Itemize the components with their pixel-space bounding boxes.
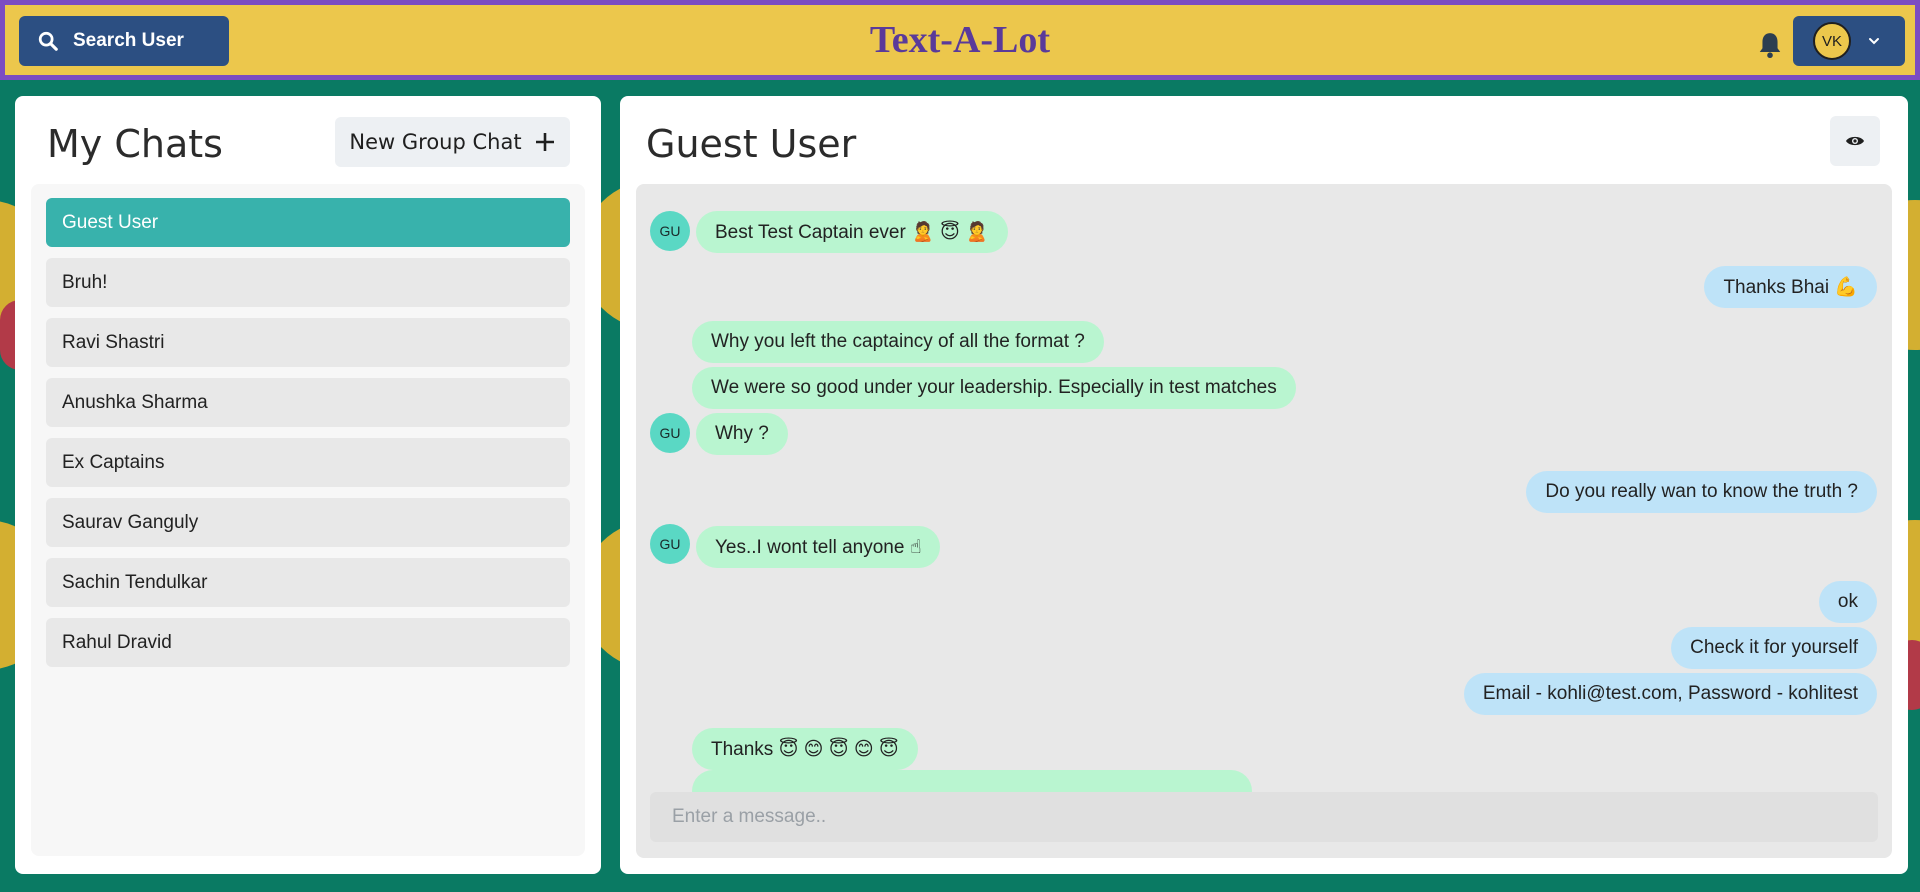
outgoing-message: Do you really wan to know the truth ?: [1526, 471, 1877, 513]
search-user-button[interactable]: Search User: [19, 16, 229, 66]
message-row: GU Yes..I wont tell anyone ☝: [636, 524, 1892, 570]
sender-avatar: GU: [650, 211, 690, 251]
messages-area: GU Best Test Captain ever 🙎 😇 🙎 Thanks B…: [636, 184, 1892, 858]
eye-icon: [1846, 136, 1864, 146]
incoming-message: We were so good under your leadership. E…: [692, 367, 1296, 409]
chat-list-item[interactable]: Saurav Ganguly: [46, 498, 570, 547]
chat-name: Ravi Shastri: [62, 331, 165, 353]
outgoing-message: ok: [1818, 581, 1877, 623]
message-row: Thanks 😇 😊 😇 😊 😇: [636, 726, 1892, 772]
message-row: Check it for yourself: [636, 625, 1892, 671]
top-header: Search User Text-A-Lot VK: [0, 0, 1920, 80]
message-row: Why you left the captaincy of all the fo…: [636, 319, 1892, 365]
new-group-chat-button[interactable]: New Group Chat: [335, 117, 570, 167]
chevron-down-icon: [1869, 38, 1879, 45]
outgoing-message: Email - kohli@test.com, Password - kohli…: [1463, 673, 1877, 715]
plus-icon: [535, 133, 554, 151]
chat-list: Guest User Bruh! Ravi Shastri Anushka Sh…: [31, 184, 585, 856]
message-input[interactable]: [650, 792, 1878, 842]
chat-name: Sachin Tendulkar: [62, 571, 208, 593]
chat-name: Bruh!: [62, 271, 108, 293]
incoming-message: Yes..I wont tell anyone ☝: [696, 526, 941, 568]
outgoing-message: Check it for yourself: [1671, 627, 1877, 669]
incoming-message: Why ?: [696, 413, 788, 455]
chat-name: Rahul Dravid: [62, 631, 172, 653]
profile-menu-button[interactable]: VK: [1793, 16, 1905, 66]
chat-list-item[interactable]: Anushka Sharma: [46, 378, 570, 427]
chat-list-item[interactable]: Ravi Shastri: [46, 318, 570, 367]
app-title: Text-A-Lot: [869, 19, 1051, 61]
sender-avatar: GU: [650, 413, 690, 453]
incoming-message: Thanks 😇 😊 😇 😊 😇: [692, 728, 918, 770]
message-row: Email - kohli@test.com, Password - kohli…: [636, 671, 1892, 717]
search-icon: [38, 31, 58, 51]
bell-icon[interactable]: [1757, 31, 1783, 59]
my-chats-title: My Chats: [47, 122, 223, 166]
search-user-label: Search User: [73, 30, 184, 51]
new-group-chat-label: New Group Chat: [349, 130, 522, 154]
chat-list-item[interactable]: Ex Captains: [46, 438, 570, 487]
message-row: ok: [636, 579, 1892, 625]
message-row: Thanks Bhai 💪: [636, 264, 1892, 310]
chat-list-item[interactable]: Rahul Dravid: [46, 618, 570, 667]
message-row: GU Why ?: [636, 411, 1892, 457]
chat-list-item[interactable]: Bruh!: [46, 258, 570, 307]
incoming-message: Why you left the captaincy of all the fo…: [692, 321, 1104, 363]
chat-name: Ex Captains: [62, 451, 165, 473]
message-row: We were so good under your leadership. E…: [636, 365, 1892, 411]
chat-list-item[interactable]: Sachin Tendulkar: [46, 558, 570, 607]
incoming-message: Best Test Captain ever 🙎 😇 🙎: [696, 211, 1008, 253]
outgoing-message: Thanks Bhai 💪: [1704, 266, 1877, 308]
chat-name: Saurav Ganguly: [62, 511, 199, 533]
chat-name: Guest User: [62, 211, 159, 233]
user-avatar: VK: [1813, 22, 1851, 60]
my-chats-panel: My Chats New Group Chat Guest User Bruh!…: [15, 96, 601, 874]
sender-avatar: GU: [650, 524, 690, 564]
chat-name: Anushka Sharma: [62, 391, 208, 413]
chat-list-item[interactable]: Guest User: [46, 198, 570, 247]
conversation-title: Guest User: [646, 122, 857, 166]
message-row: Do you really wan to know the truth ?: [636, 469, 1892, 515]
conversation-panel: Guest User GU Best Test Captain ever 🙎 😇…: [620, 96, 1908, 874]
view-profile-button[interactable]: [1830, 116, 1880, 166]
message-row: GU Best Test Captain ever 🙎 😇 🙎: [636, 209, 1892, 255]
